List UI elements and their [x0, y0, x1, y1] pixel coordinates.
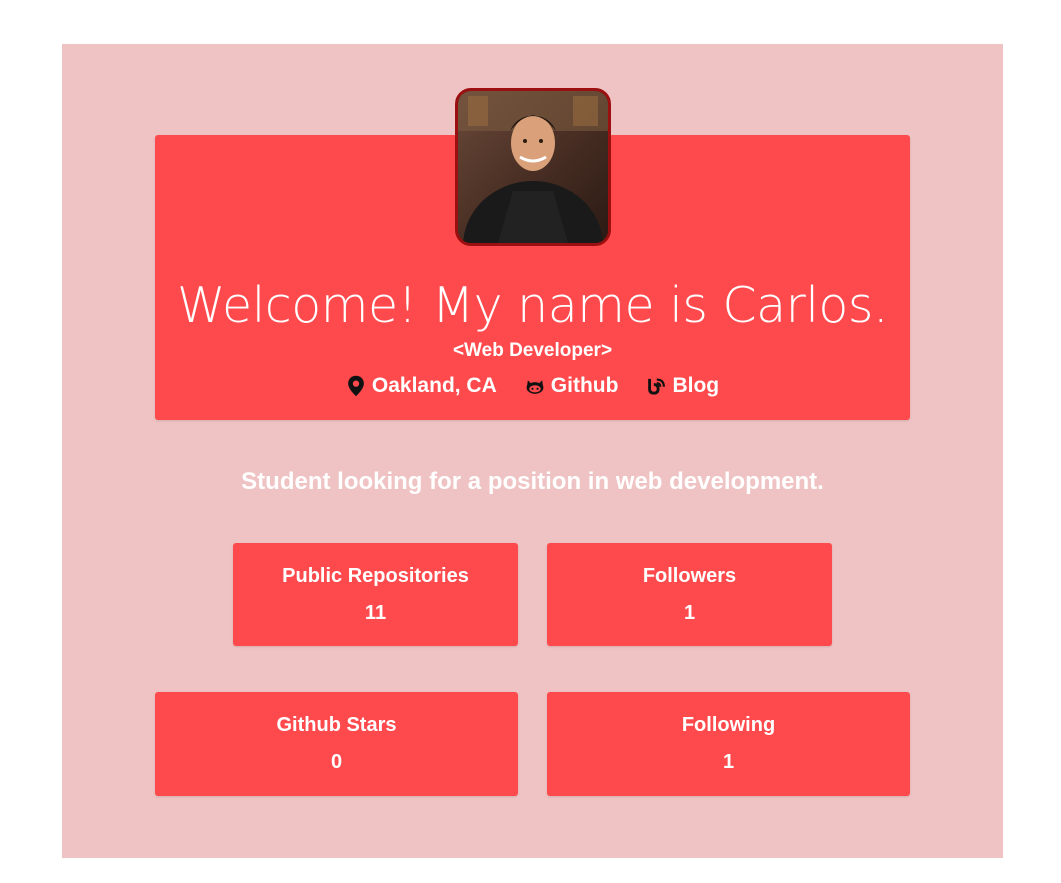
stat-label: Public Repositories: [282, 565, 469, 587]
stat-label: Following: [681, 714, 776, 736]
stat-card-public-repositories: Public Repositories 11: [233, 543, 518, 646]
github-octocat-icon: [526, 380, 544, 394]
location-link[interactable]: Oakland, CA: [346, 374, 497, 398]
stat-label: Github Stars: [276, 714, 397, 736]
role-subtitle: <Web Developer>: [452, 340, 613, 361]
avatar-photo: [458, 91, 608, 243]
blog-rss-icon: [648, 378, 666, 395]
stat-card-followers: Followers 1: [547, 543, 832, 646]
map-marker-icon: [348, 375, 364, 397]
welcome-heading: Welcome! My name is Carlos.: [176, 277, 889, 334]
stat-value: 0: [330, 751, 343, 773]
avatar: [455, 88, 611, 246]
location-label: Oakland, CA: [371, 374, 497, 397]
stat-card-following: Following 1: [547, 692, 910, 796]
tagline: Student looking for a position in web de…: [241, 468, 824, 495]
blog-label: Blog: [672, 374, 720, 397]
stat-value: 1: [683, 602, 696, 624]
stat-card-github-stars: Github Stars 0: [155, 692, 518, 796]
stat-value: 11: [364, 602, 387, 624]
blog-link[interactable]: Blog: [646, 374, 719, 398]
github-link[interactable]: Github: [525, 374, 619, 398]
profile-links: Oakland, CA Github Blog: [155, 374, 910, 398]
stat-value: 1: [722, 751, 735, 773]
github-label: Github: [550, 374, 619, 397]
stat-label: Followers: [642, 565, 737, 587]
